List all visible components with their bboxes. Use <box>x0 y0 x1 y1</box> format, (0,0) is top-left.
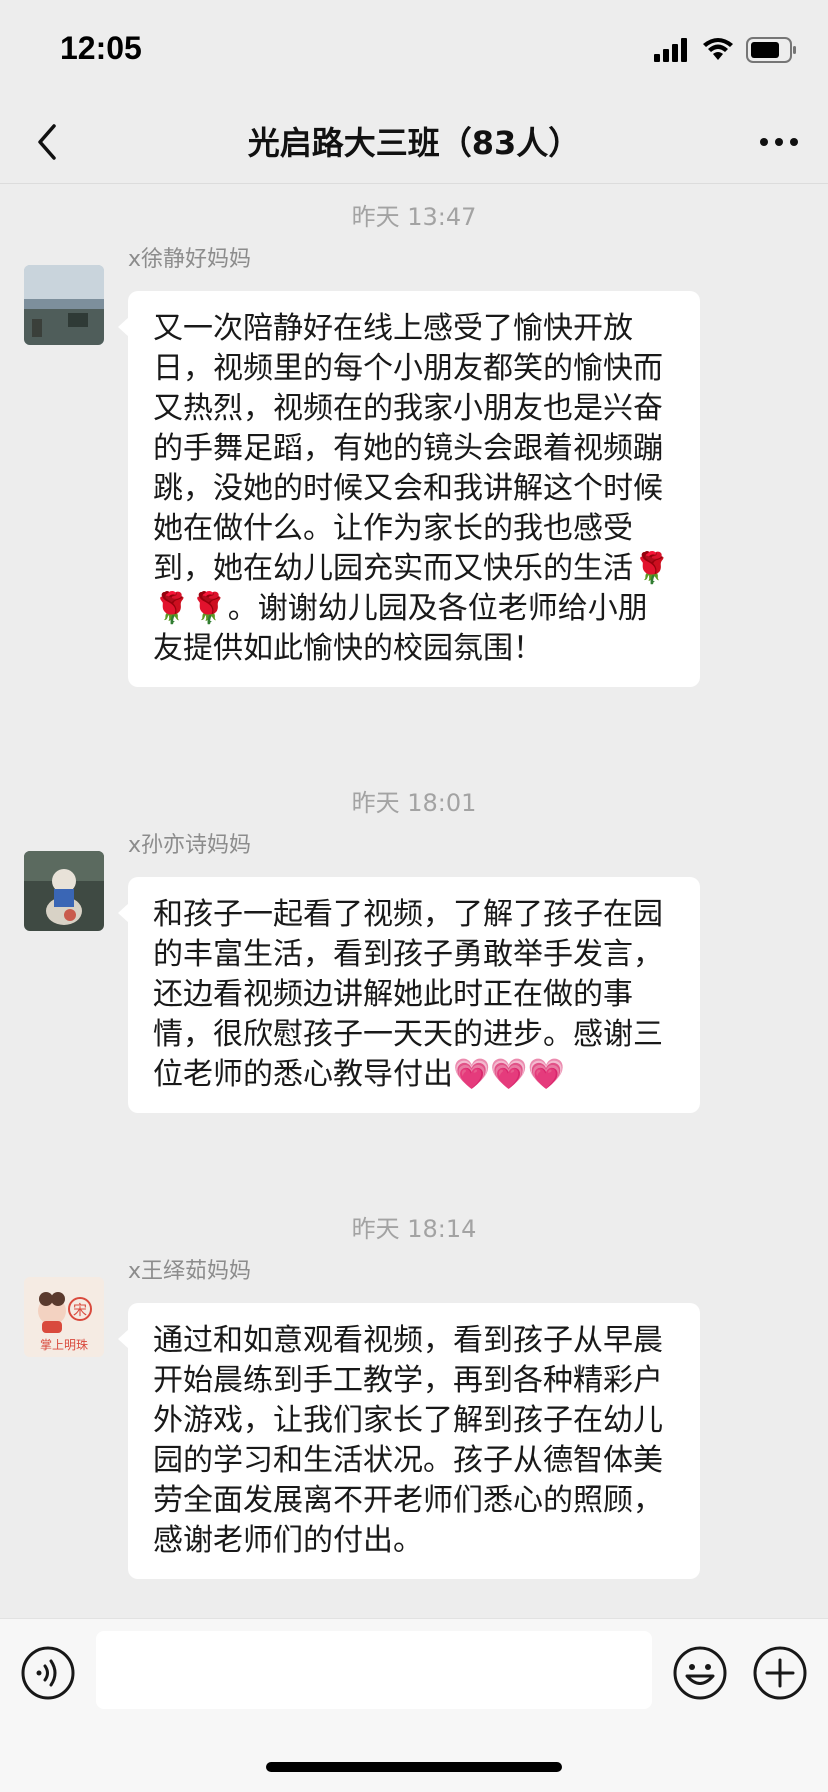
nav-bar: 光启路大三班（83人） <box>0 100 828 184</box>
sender-name: x王绎茹妈妈 <box>128 1259 252 1284</box>
avatar[interactable] <box>24 851 104 931</box>
message-timestamp: 昨天 18:01 <box>351 789 477 817</box>
voice-icon <box>21 1646 75 1700</box>
emoji-icon <box>673 1646 727 1700</box>
avatar[interactable] <box>24 265 104 345</box>
message-timestamp: 昨天 18:14 <box>351 1215 477 1243</box>
avatar-image: 宋 掌上明珠 <box>24 1277 104 1357</box>
battery-icon <box>746 37 796 63</box>
message-bubble[interactable]: 和孩子一起看了视频，了解了孩子在园的丰富生活，看到孩子勇敢举手发言，还边看视频边… <box>118 877 700 1113</box>
avatar-char: 宋 <box>73 1303 87 1319</box>
more-dots-icon <box>760 138 798 146</box>
chat-area[interactable]: 昨天 13:47 x徐静好妈妈 又一次陪静好在线上感受了愉快开放日，视频里的每个… <box>0 185 828 1617</box>
message-timestamp: 昨天 13:47 <box>351 203 477 231</box>
status-bar: 12:05 <box>0 0 828 100</box>
message-bubble[interactable]: 又一次陪静好在线上感受了愉快开放日，视频里的每个小朋友都笑的愉快而又热烈，视频在… <box>118 291 700 687</box>
home-indicator <box>266 1762 562 1772</box>
avatar-image <box>24 265 104 345</box>
status-time: 12:05 <box>60 30 142 66</box>
message-input[interactable] <box>96 1631 652 1709</box>
sender-name: x徐静好妈妈 <box>128 247 252 272</box>
sender-name: x孙亦诗妈妈 <box>128 833 252 858</box>
chat-title: 光启路大三班（83人） <box>247 124 581 162</box>
plus-button[interactable] <box>752 1645 808 1701</box>
avatar-caption: 掌上明珠 <box>40 1338 88 1352</box>
avatar[interactable]: 宋 掌上明珠 <box>24 1277 104 1357</box>
signal-icon <box>654 38 687 62</box>
wifi-icon <box>703 38 733 60</box>
emoji-button[interactable] <box>672 1645 728 1701</box>
more-button[interactable] <box>756 122 802 162</box>
voice-button[interactable] <box>20 1645 76 1701</box>
message-bubble[interactable]: 通过和如意观看视频，看到孩子从早晨开始晨练到手工教学，再到各种精彩户外游戏，让我… <box>118 1303 700 1579</box>
avatar-image <box>24 851 104 931</box>
plus-icon <box>753 1646 807 1700</box>
status-icons <box>654 36 798 64</box>
